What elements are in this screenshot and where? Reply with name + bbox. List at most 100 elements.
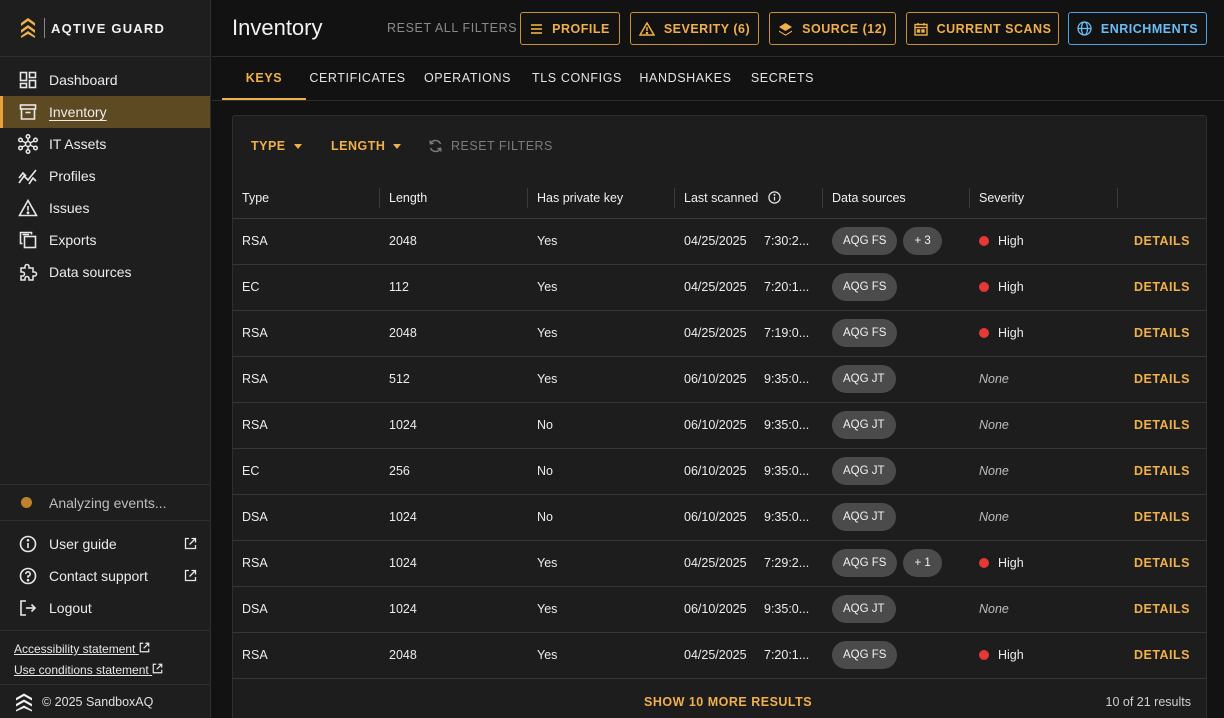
data-source-chip[interactable]: AQG FS xyxy=(832,641,898,669)
tab-certificates[interactable]: CERTIFICATES xyxy=(309,57,406,100)
details-button[interactable]: DETAILS xyxy=(1118,402,1206,449)
cell-length: 2048 xyxy=(380,218,528,265)
data-source-chip[interactable]: AQG JT xyxy=(832,411,896,439)
tab-handshakes[interactable]: HANDSHAKES xyxy=(638,57,733,100)
table-row[interactable]: EC 112 Yes 04/25/2025 7:20:1... AQG FS High DET… xyxy=(233,264,1206,311)
user-guide-link[interactable]: User guide xyxy=(0,528,211,560)
profile-button[interactable]: PROFILE xyxy=(520,12,620,45)
cell-last-scanned: 04/25/2025 7:20:1... xyxy=(675,632,823,679)
sidebar-item-dashboard[interactable]: Dashboard xyxy=(0,64,210,96)
contact-support-link[interactable]: Contact support xyxy=(0,560,211,592)
cell-type: DSA xyxy=(233,494,380,541)
sidebar-item-issues[interactable]: Issues xyxy=(0,192,210,224)
table-row[interactable]: RSA 2048 Yes 04/25/2025 7:20:1... AQG FS High D… xyxy=(233,632,1206,679)
table-row[interactable]: DSA 1024 Yes 06/10/2025 9:35:0... AQG JT None D… xyxy=(233,586,1206,633)
data-source-chip[interactable]: AQG JT xyxy=(832,595,896,623)
severity-badge: High xyxy=(979,280,1024,294)
sidebar-item-it-assets[interactable]: IT Assets xyxy=(0,128,210,160)
table-row[interactable]: RSA 1024 No 06/10/2025 9:35:0... AQG JT None DE… xyxy=(233,402,1206,449)
external-link-icon xyxy=(152,663,163,674)
cell-length: 2048 xyxy=(380,632,528,679)
cell-private-key: Yes xyxy=(528,356,675,403)
data-source-chip[interactable]: AQG JT xyxy=(832,365,896,393)
column-header-type[interactable]: Type xyxy=(233,178,380,219)
table-row[interactable]: RSA 1024 Yes 04/25/2025 7:29:2... AQG FS + 1 Hi… xyxy=(233,540,1206,587)
table-row[interactable]: RSA 512 Yes 06/10/2025 9:35:0... AQG JT None DE… xyxy=(233,356,1206,403)
details-button[interactable]: DETAILS xyxy=(1118,310,1206,357)
details-button[interactable]: DETAILS xyxy=(1118,632,1206,679)
sidebar-item-exports[interactable]: Exports xyxy=(0,224,210,256)
column-header-last-scanned[interactable]: Last scanned xyxy=(675,178,823,219)
list-icon xyxy=(531,23,543,34)
archive-icon xyxy=(18,102,38,122)
table-row[interactable]: DSA 1024 No 06/10/2025 9:35:0... AQG JT None DE… xyxy=(233,494,1206,541)
details-button[interactable]: DETAILS xyxy=(1118,540,1206,587)
sidebar-item-inventory[interactable]: Inventory xyxy=(0,96,210,128)
tab-keys[interactable]: KEYS xyxy=(222,57,306,100)
aqtive-guard-logo-icon xyxy=(21,18,35,38)
details-button[interactable]: DETAILS xyxy=(1118,264,1206,311)
use-conditions-statement-link[interactable]: Use conditions statement xyxy=(14,661,197,682)
cell-type: RSA xyxy=(233,632,380,679)
warning-icon xyxy=(638,21,655,36)
data-source-chip[interactable]: AQG JT xyxy=(832,457,896,485)
keys-panel: TYPE LENGTH RESET FILTERS Type Length Ha… xyxy=(232,115,1207,718)
sidebar-item-data-sources[interactable]: Data sources xyxy=(0,256,210,288)
source-button[interactable]: SOURCE (12) xyxy=(769,12,896,45)
column-header-severity[interactable]: Severity xyxy=(970,178,1118,219)
column-header-data-sources[interactable]: Data sources xyxy=(823,178,970,219)
cell-data-sources: AQG JT xyxy=(823,402,970,449)
severity-none: None xyxy=(979,418,1009,432)
reset-filters-button[interactable]: RESET FILTERS xyxy=(428,139,553,153)
severity-high-dot xyxy=(979,649,989,660)
details-button[interactable]: DETAILS xyxy=(1118,586,1206,633)
cell-data-sources: AQG FS xyxy=(823,632,970,679)
cell-length: 1024 xyxy=(380,402,528,449)
show-more-button[interactable]: SHOW 10 MORE RESULTS xyxy=(644,695,812,709)
cell-data-sources: AQG FS + 3 xyxy=(823,218,970,265)
data-source-chip[interactable]: + 3 xyxy=(903,227,942,255)
length-filter[interactable]: LENGTH xyxy=(331,139,402,153)
sidebar-item-profiles[interactable]: Profiles xyxy=(0,160,210,192)
details-button[interactable]: DETAILS xyxy=(1118,356,1206,403)
tab-secrets[interactable]: SECRETS xyxy=(749,57,816,100)
cell-severity: High xyxy=(970,264,1118,311)
table-row[interactable]: RSA 2048 Yes 04/25/2025 7:19:0... AQG FS High D… xyxy=(233,310,1206,357)
data-source-chip[interactable]: + 1 xyxy=(903,549,942,577)
help-icon xyxy=(18,566,38,586)
accessibility-statement-link[interactable]: Accessibility statement xyxy=(14,640,197,661)
cell-private-key: Yes xyxy=(528,264,675,311)
brand[interactable]: AQTIVE GUARD xyxy=(0,0,210,57)
current-scans-button[interactable]: CURRENT SCANS xyxy=(906,12,1059,45)
copyright-text: © 2025 SandboxAQ xyxy=(42,694,154,709)
data-source-chip[interactable]: AQG FS xyxy=(832,227,898,255)
details-button[interactable]: DETAILS xyxy=(1118,448,1206,495)
table-row[interactable]: EC 256 No 06/10/2025 9:35:0... AQG JT None DETA… xyxy=(233,448,1206,495)
severity-badge: High xyxy=(979,556,1024,570)
warning-icon xyxy=(18,198,38,218)
details-button[interactable]: DETAILS xyxy=(1118,494,1206,541)
cell-last-scanned: 06/10/2025 9:35:0... xyxy=(675,448,823,495)
tab-operations[interactable]: OPERATIONS xyxy=(420,57,515,100)
cell-severity: None xyxy=(970,402,1118,449)
severity-button[interactable]: SEVERITY (6) xyxy=(630,12,759,45)
data-source-chip[interactable]: AQG FS xyxy=(832,273,898,301)
reset-all-filters-button[interactable]: RESET ALL FILTERS xyxy=(387,21,517,35)
column-header-length[interactable]: Length xyxy=(380,178,528,219)
table-row[interactable]: RSA 2048 Yes 04/25/2025 7:30:2... AQG FS + 3 Hi… xyxy=(233,218,1206,265)
table-body: RSA 2048 Yes 04/25/2025 7:30:2... AQG FS + 3 Hi… xyxy=(233,218,1206,679)
tab-tls-configs[interactable]: TLS CONFIGS xyxy=(528,57,626,100)
cell-private-key: Yes xyxy=(528,586,675,633)
logout-button[interactable]: Logout xyxy=(0,592,211,624)
external-link-icon xyxy=(184,569,197,582)
data-source-chip[interactable]: AQG FS xyxy=(832,549,898,577)
data-source-chip[interactable]: AQG FS xyxy=(832,319,898,347)
type-filter[interactable]: TYPE xyxy=(251,139,302,153)
cell-last-scanned: 06/10/2025 9:35:0... xyxy=(675,402,823,449)
cell-severity: None xyxy=(970,586,1118,633)
info-icon[interactable] xyxy=(768,191,781,204)
column-header-private-key[interactable]: Has private key xyxy=(528,178,675,219)
details-button[interactable]: DETAILS xyxy=(1118,218,1206,265)
data-source-chip[interactable]: AQG JT xyxy=(832,503,896,531)
enrichments-button[interactable]: ENRICHMENTS xyxy=(1068,12,1207,45)
